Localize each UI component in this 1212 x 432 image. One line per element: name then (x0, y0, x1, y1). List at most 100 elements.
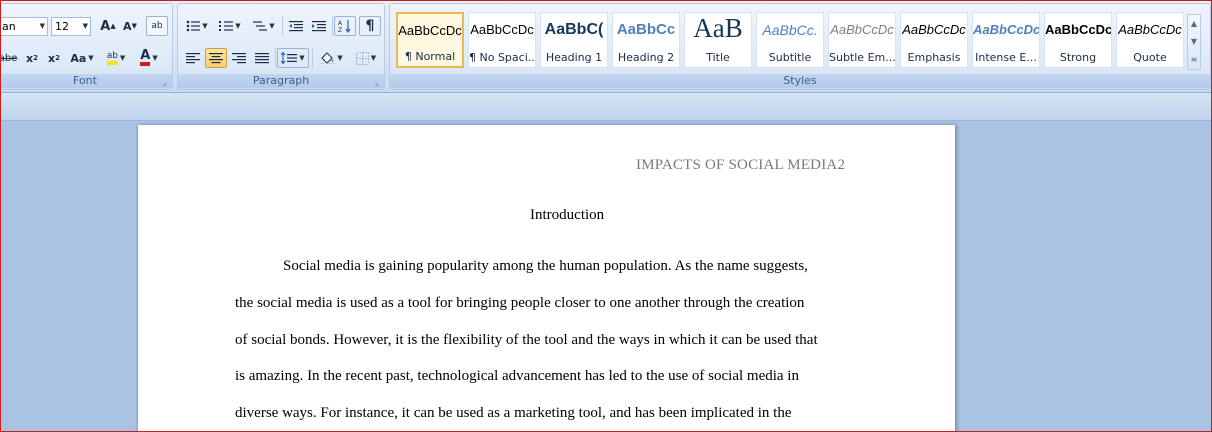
paragraph-line: of social bonds. However, it is the flex… (235, 332, 818, 348)
sort-icon: AZ (338, 20, 351, 33)
more-styles-icon[interactable]: ≡ (1188, 51, 1200, 69)
superscript-button[interactable]: x2 (44, 48, 64, 68)
style-name: ¶ No Spaci... (469, 51, 535, 64)
separator (312, 48, 313, 68)
paragraph-group: ▼ ▼ ▼ AZ ¶ ▼ ▼ ▼ Paragraph ⌟ (177, 3, 385, 90)
document-page[interactable]: IMPACTS OF SOCIAL MEDIA2 Introduction So… (138, 125, 955, 431)
scroll-up-icon[interactable]: ▲ (1188, 15, 1200, 33)
style-heading-1[interactable]: AaBbC( Heading 1 (540, 12, 608, 68)
running-header: IMPACTS OF SOCIAL MEDIA2 (636, 157, 846, 173)
styles-group: AaBbCcDc ¶ Normal AaBbCcDc ¶ No Spaci...… (389, 3, 1211, 90)
style-name: Subtle Em... (829, 51, 895, 64)
bullets-icon (186, 20, 201, 32)
shrink-font-icon: A (123, 19, 132, 33)
style-name: Heading 2 (617, 51, 675, 64)
style-name: Strong (1059, 51, 1097, 64)
style-sample: AaBbCc (616, 21, 676, 38)
numbering-button[interactable]: ▼ (215, 16, 245, 36)
font-name-combo[interactable]: an ▼ (1, 17, 48, 36)
borders-icon (355, 51, 369, 65)
paragraph-group-label: Paragraph (178, 74, 384, 88)
svg-text:A: A (338, 20, 343, 27)
style-subtle-emphasis[interactable]: AaBbCcDc Subtle Em... (828, 12, 896, 68)
borders-button[interactable]: ▼ (350, 48, 382, 68)
highlighter-icon: ab (106, 51, 118, 65)
style-emphasis[interactable]: AaBbCcDc Emphasis (900, 12, 968, 68)
shrink-font-button[interactable]: A ▼ (120, 16, 140, 36)
style-name: ¶ Normal (404, 50, 456, 63)
subscript-button[interactable]: x2 (22, 48, 42, 68)
subscript-icon: x (26, 51, 34, 65)
font-size-value: 12 (55, 20, 69, 33)
align-left-button[interactable] (182, 48, 204, 68)
style-strong[interactable]: AaBbCcDc Strong (1044, 12, 1112, 68)
style-sample: AaB (693, 13, 743, 43)
styles-group-label: Styles (390, 74, 1210, 88)
section-heading: Introduction (530, 207, 605, 223)
style-quote[interactable]: AaBbCcDc Quote (1116, 12, 1184, 68)
justify-button[interactable] (251, 48, 273, 68)
font-name-value: an (2, 20, 16, 33)
scroll-down-icon[interactable]: ▼ (1188, 33, 1200, 51)
style-intense-emphasis[interactable]: AaBbCcDc Intense E... (972, 12, 1040, 68)
style-sample: AaBbCcDc (470, 22, 534, 37)
separator (275, 48, 276, 68)
paragraph-line: Social media is gaining popularity among… (283, 258, 808, 274)
style-name: Emphasis (907, 51, 961, 64)
dialog-launcher-icon[interactable]: ⌟ (160, 78, 169, 87)
grow-font-button[interactable]: A ▲ (97, 16, 119, 36)
align-center-button[interactable] (205, 48, 227, 68)
font-color-button[interactable]: A ▼ (134, 48, 164, 68)
ribbon: an ▼ 12 ▼ A ▲ A ▼ ab abe x2 x2 Aa ▼ ab ▼… (1, 1, 1211, 93)
strikethrough-icon: abe (0, 52, 18, 64)
style-title[interactable]: AaB Title (684, 12, 752, 68)
decrease-indent-button[interactable] (285, 16, 307, 36)
style-sample: AaBbCcDc (1118, 22, 1182, 37)
style-normal[interactable]: AaBbCcDc ¶ Normal (396, 12, 464, 68)
style-sample: AaBbCcDc (973, 22, 1039, 37)
bullets-button[interactable]: ▼ (182, 16, 212, 36)
styles-gallery: AaBbCcDc ¶ Normal AaBbCcDc ¶ No Spaci...… (396, 12, 1184, 70)
sort-button[interactable]: AZ (334, 16, 356, 36)
style-name: Subtitle (768, 51, 812, 64)
style-no-spacing[interactable]: AaBbCcDc ¶ No Spaci... (468, 12, 536, 68)
separator (282, 16, 283, 36)
word-window: an ▼ 12 ▼ A ▲ A ▼ ab abe x2 x2 Aa ▼ ab ▼… (0, 0, 1212, 432)
change-case-icon: Aa (70, 51, 87, 65)
chevron-down-icon: ▼ (82, 22, 88, 30)
multilevel-list-icon (253, 21, 268, 31)
style-subtitle[interactable]: AaBbCc. Subtitle (756, 12, 824, 68)
clear-formatting-button[interactable]: ab (146, 16, 168, 36)
shading-button[interactable]: ▼ (315, 48, 347, 68)
styles-gallery-scroll: ▲ ▼ ≡ (1187, 14, 1201, 70)
eraser-icon: ab (151, 21, 163, 31)
paint-bucket-icon (319, 51, 336, 65)
style-heading-2[interactable]: AaBbCc Heading 2 (612, 12, 680, 68)
dialog-launcher-icon[interactable]: ⌟ (372, 78, 381, 87)
style-sample: AaBbCcDc (1045, 22, 1111, 37)
text-highlight-button[interactable]: ab ▼ (101, 48, 131, 68)
increase-indent-icon (312, 21, 326, 32)
show-formatting-marks-button[interactable]: ¶ (359, 16, 381, 36)
multilevel-list-button[interactable]: ▼ (249, 16, 279, 36)
style-name: Heading 1 (545, 51, 603, 64)
change-case-button[interactable]: Aa ▼ (68, 48, 96, 68)
align-right-button[interactable] (228, 48, 250, 68)
align-center-icon (209, 53, 223, 64)
strikethrough-button[interactable]: abe (0, 48, 18, 68)
style-sample: AaBbCcDc (398, 23, 462, 38)
style-sample: AaBbCcDc (830, 22, 894, 37)
style-sample: AaBbC( (544, 21, 604, 38)
font-group-label: Font (1, 74, 172, 88)
font-size-combo[interactable]: 12 ▼ (51, 17, 91, 36)
superscript-icon: x (48, 51, 56, 65)
justify-icon (255, 53, 269, 64)
decrease-indent-icon (289, 21, 303, 32)
align-right-icon (232, 53, 246, 64)
line-spacing-button[interactable]: ▼ (277, 48, 309, 68)
svg-text:Z: Z (338, 27, 342, 33)
style-name: Quote (1133, 51, 1167, 64)
increase-indent-button[interactable] (308, 16, 330, 36)
font-group: an ▼ 12 ▼ A ▲ A ▼ ab abe x2 x2 Aa ▼ ab ▼… (0, 3, 173, 90)
line-spacing-icon (281, 52, 298, 64)
